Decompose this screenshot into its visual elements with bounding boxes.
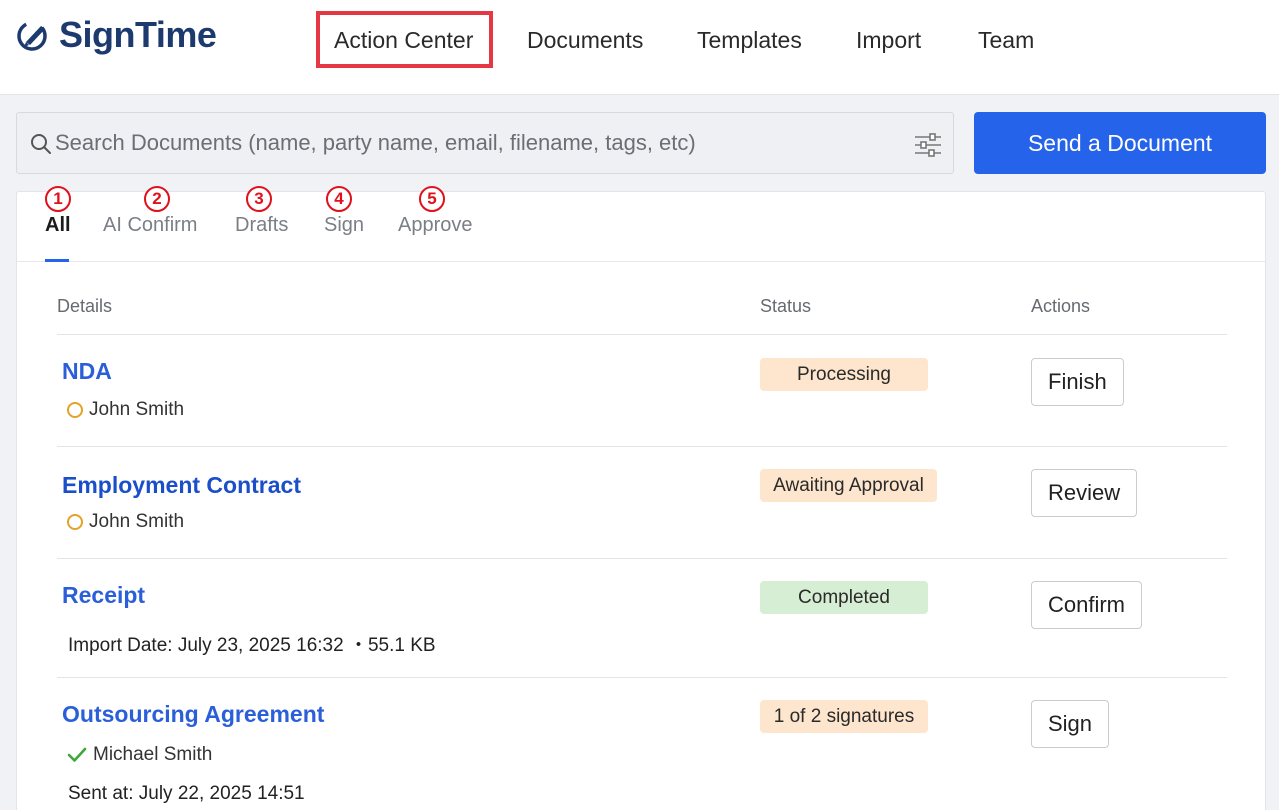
tab-label: Drafts [235,214,289,236]
nav-documents[interactable]: Documents [527,24,643,56]
status-badge: Awaiting Approval [760,469,937,502]
pending-circle-icon [67,514,83,530]
tab-number-badge: 5 [419,186,445,212]
app-name: SignTime [59,14,217,55]
pending-circle-icon [67,402,83,418]
tab-number-badge: 4 [326,186,352,212]
search-input[interactable] [55,113,915,173]
finish-button[interactable]: Finish [1031,358,1124,406]
tab-ai-confirm[interactable]: 2 AI Confirm [103,186,198,237]
row-divider [57,446,1227,447]
tab-label: All [45,214,71,236]
review-button[interactable]: Review [1031,469,1138,517]
nav-action-center[interactable]: Action Center [334,24,473,56]
column-header-status: Status [760,296,812,316]
active-tab-indicator [45,259,69,262]
filter-sliders-icon[interactable] [913,132,943,158]
tab-label: Sign [324,214,365,236]
status-badge: 1 of 2 signatures [760,700,928,733]
signtime-logo-icon [17,21,47,51]
tab-sign[interactable]: 4 Sign [324,186,365,237]
nav-team[interactable]: Team [978,24,1034,56]
document-title-link[interactable]: Receipt [62,582,145,609]
party-name: Michael Smith [93,744,213,765]
row-divider [57,334,1227,335]
status-badge: Processing [760,358,928,391]
top-navigation: SignTime Action Center Documents Templat… [0,0,1279,95]
confirm-button[interactable]: Confirm [1031,581,1143,629]
tab-number-badge: 1 [45,186,71,212]
tabs-bar: 1 All 2 AI Confirm 3 Drafts 4 Sign 5 App… [17,186,1265,262]
party-name: John Smith [89,399,185,420]
party: John Smith [67,399,184,421]
document-title-link[interactable]: Outsourcing Agreement [62,701,324,728]
row-divider [57,677,1227,678]
check-icon [67,747,87,762]
column-header-details: Details [57,296,113,316]
sign-button[interactable]: Sign [1031,700,1110,748]
tab-drafts[interactable]: 3 Drafts [235,186,289,237]
column-header-actions: Actions [1031,296,1091,316]
send-document-button[interactable]: Send a Document [974,112,1266,174]
search-bar [16,112,954,174]
party: Michael Smith [67,744,212,766]
party: John Smith [67,511,184,533]
sent-info: Sent at: July 22, 2025 14:51 [68,783,305,804]
tab-number-badge: 3 [246,186,272,212]
document-title-link[interactable]: Employment Contract [62,472,301,499]
tab-number-badge: 2 [144,186,170,212]
tab-label: AI Confirm [103,214,198,236]
status-badge: Completed [760,581,928,614]
tab-all[interactable]: 1 All [45,186,71,237]
tab-label: Approve [398,214,473,236]
row-divider [57,558,1227,559]
action-center-panel: 1 All 2 AI Confirm 3 Drafts 4 Sign 5 App… [16,186,1266,810]
nav-templates[interactable]: Templates [697,24,802,56]
search-icon [31,134,51,154]
import-info: Import Date: July 23, 2025 16:32 ・55.1 K… [68,635,436,656]
party-name: John Smith [89,511,185,532]
nav-import[interactable]: Import [856,24,921,56]
logo[interactable]: SignTime [15,14,217,56]
tab-approve[interactable]: 5 Approve [398,186,473,237]
document-title-link[interactable]: NDA [62,358,112,385]
